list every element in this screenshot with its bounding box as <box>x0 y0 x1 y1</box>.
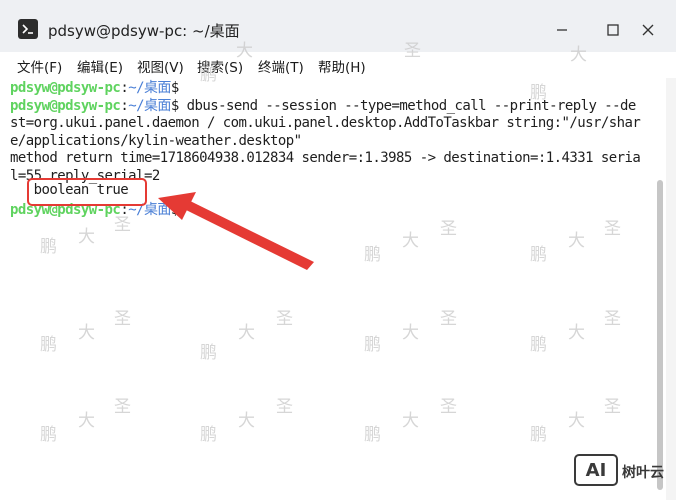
logo-text: 树叶云 <box>622 465 664 481</box>
watermark-text: 圣 <box>440 219 457 239</box>
watermark-text: 大 <box>238 323 255 343</box>
watermark-text: 圣 <box>276 397 293 417</box>
watermark-text: 鹏 <box>530 425 547 445</box>
watermark-text: 大 <box>568 411 585 431</box>
watermark-text: 鹏 <box>40 335 57 355</box>
watermark-text: 鹏 <box>200 343 217 363</box>
watermark-text: 圣 <box>114 397 131 417</box>
watermark-text: 大 <box>78 411 95 431</box>
watermark-text: 圣 <box>114 309 131 329</box>
site-logo: AI 树叶云 <box>572 452 676 490</box>
watermark-text: 大 <box>402 323 419 343</box>
watermark-text: 鹏 <box>40 425 57 445</box>
watermark-text: 鹏 <box>40 237 57 257</box>
watermark-text: 鹏 <box>364 425 381 445</box>
watermark-text: 鹏 <box>530 245 547 265</box>
watermark-text: 大 <box>570 45 587 65</box>
watermark-text: 大 <box>236 41 253 61</box>
watermark-text: 鹏 <box>364 335 381 355</box>
watermark-text: 大 <box>568 231 585 251</box>
watermark-text: 大 <box>78 323 95 343</box>
watermark-text: 圣 <box>276 309 293 329</box>
watermark-text: 大 <box>568 323 585 343</box>
watermark-text: 大 <box>238 411 255 431</box>
logo-mark: AI <box>574 454 618 486</box>
watermark-text: 圣 <box>440 309 457 329</box>
watermark-text: 圣 <box>114 215 131 235</box>
watermark-text: 鹏 <box>530 83 547 103</box>
watermark-text: 圣 <box>404 41 421 61</box>
watermark-text: 圣 <box>604 397 621 417</box>
watermark-text: 鹏 <box>364 245 381 265</box>
watermark-text: 鹏 <box>530 335 547 355</box>
watermark-text: 鹏 <box>200 425 217 445</box>
terminal-window: pdsyw@pdsyw-pc: ~/桌面 文件(F) 编辑(E) 视图(V) 搜… <box>0 0 676 500</box>
watermark-text: 圣 <box>604 309 621 329</box>
watermark-text: 圣 <box>604 219 621 239</box>
watermark-text: 大 <box>402 411 419 431</box>
watermark-text: 圣 <box>440 397 457 417</box>
watermark-text: 大 <box>402 231 419 251</box>
watermark-text: 鹏 <box>200 65 217 85</box>
watermark-text: 大 <box>78 227 95 247</box>
